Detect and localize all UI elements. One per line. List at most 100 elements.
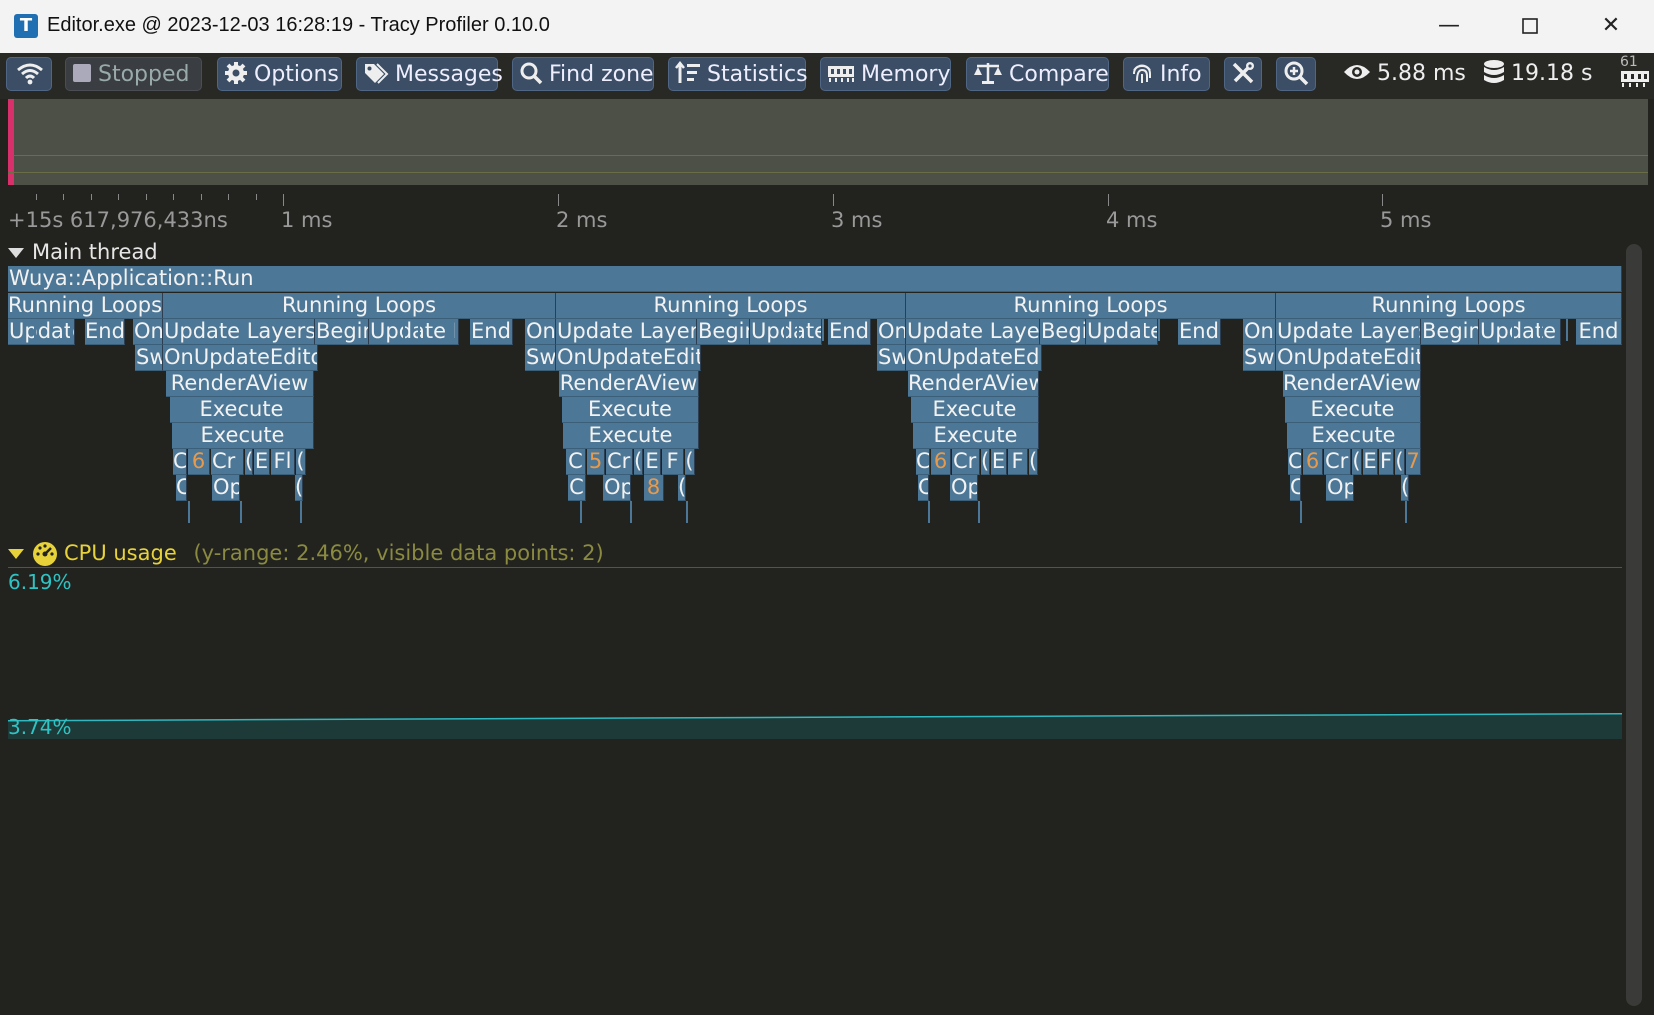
zone-update[interactable]: Update (1086, 319, 1158, 345)
zone-small[interactable]: ( (296, 449, 306, 475)
zone-small[interactable]: ( (634, 449, 643, 475)
zone-small[interactable]: F (1008, 449, 1028, 475)
zone-small[interactable]: Op (1326, 475, 1354, 501)
zone-small[interactable]: ( (1029, 449, 1038, 475)
zone-render-view[interactable]: RenderAView (1283, 371, 1421, 397)
zone-small[interactable]: Cr (952, 449, 980, 475)
zone-sliver[interactable] (1300, 501, 1302, 523)
zone-on-update-editor[interactable]: OnUpdateEditor (163, 345, 318, 371)
info-button[interactable]: Info (1123, 57, 1210, 91)
zone-update[interactable]: Update (750, 319, 822, 345)
zone-small[interactable]: Cr (606, 449, 633, 475)
zone-small[interactable]: ( (678, 475, 686, 501)
zone-small[interactable]: C (566, 449, 586, 475)
zone-sliver[interactable] (928, 501, 930, 523)
zone-swap[interactable]: Sw (877, 345, 906, 371)
zone-small[interactable]: ( (245, 449, 253, 475)
zone-update[interactable]: Update I (369, 319, 459, 345)
zone-sliver[interactable] (630, 501, 632, 523)
zone-sliver[interactable] (686, 501, 688, 523)
zone-execute[interactable]: Execute (1287, 423, 1421, 449)
zone-execute[interactable]: Execute (1285, 397, 1421, 423)
zone-small[interactable]: ( (1352, 449, 1362, 475)
zone-update-layers[interactable]: Update Layers (906, 319, 1040, 345)
vertical-scrollbar[interactable] (1626, 244, 1642, 1006)
zone-small[interactable]: ( (1401, 475, 1409, 501)
zone-small[interactable]: C (916, 449, 930, 475)
zone-sliver[interactable] (1158, 319, 1160, 341)
zone-root[interactable]: Wuya::Application::Run (8, 266, 1622, 292)
zone-render-view[interactable]: RenderAView (559, 371, 699, 397)
zone-small[interactable]: Op (603, 475, 631, 501)
zone-end[interactable]: End (1576, 319, 1622, 345)
cpu-usage-plot[interactable]: 6.19% 3.74% (8, 567, 1622, 739)
close-icon[interactable]: ✕ (1588, 8, 1634, 44)
zone-timeline[interactable]: Wuya::Application::Run Running Loops Run… (0, 266, 1654, 536)
maximize-icon[interactable] (1507, 8, 1553, 44)
zone-sliver[interactable] (188, 501, 190, 523)
zone-on-update-editor[interactable]: OnUpdateEditor (1276, 345, 1421, 371)
zone-execute[interactable]: Execute (911, 397, 1039, 423)
zone-sliver[interactable] (418, 319, 420, 341)
zone-sliver[interactable] (403, 319, 405, 341)
zone-execute[interactable]: Execute (913, 423, 1039, 449)
zone-small[interactable]: E (1363, 449, 1378, 475)
zone-begin[interactable]: Begin (315, 319, 369, 345)
zoom-button[interactable] (1276, 57, 1316, 91)
zone-sliver[interactable] (300, 501, 302, 523)
zone-small[interactable]: E (991, 449, 1007, 475)
zone-small[interactable]: C (173, 449, 187, 475)
zone-update[interactable]: Update I (1479, 319, 1561, 345)
zone-begin[interactable]: Begin (697, 319, 750, 345)
zone-sliver[interactable] (1114, 319, 1116, 341)
zone-small[interactable]: C (568, 475, 586, 501)
zone-swap[interactable]: Sw (1243, 345, 1276, 371)
zone-small[interactable]: Op (950, 475, 978, 501)
zone-small[interactable]: E (644, 449, 661, 475)
zone-end[interactable]: End (828, 319, 871, 345)
zone-update-layers[interactable]: Update Layers (1276, 319, 1421, 345)
zone-sliver[interactable] (1566, 319, 1568, 341)
zone-small[interactable]: E (254, 449, 270, 475)
zone-small[interactable]: Cr (1324, 449, 1351, 475)
messages-button[interactable]: Messages (356, 57, 503, 91)
zone-end[interactable]: End (85, 319, 125, 345)
zone-render-view[interactable]: RenderAView (908, 371, 1039, 397)
zone-sliver[interactable] (1512, 319, 1514, 341)
memory-button[interactable]: Memory (820, 57, 951, 91)
zone-sliver[interactable] (1405, 501, 1407, 523)
connection-button[interactable] (6, 57, 52, 91)
compare-button[interactable]: Compare (966, 57, 1109, 91)
zone-running-loops[interactable]: Running Loops (906, 293, 1276, 319)
zone-swap[interactable]: Sw (525, 345, 556, 371)
zone-execute[interactable]: Execute (563, 423, 699, 449)
main-thread-header[interactable]: Main thread (8, 240, 158, 264)
zone-small[interactable]: ( (1395, 449, 1405, 475)
zone-on[interactable]: On (1243, 319, 1276, 345)
zone-group-count[interactable]: 6 (1303, 449, 1323, 475)
memory-corner-icon[interactable] (1620, 63, 1654, 97)
zone-group-count[interactable]: 8 (644, 475, 664, 501)
zone-on[interactable]: On (877, 319, 906, 345)
tools-button[interactable] (1224, 57, 1262, 91)
collapse-triangle-icon[interactable] (8, 549, 24, 559)
zone-execute[interactable]: Execute (172, 423, 314, 449)
zone-sliver[interactable] (978, 501, 980, 523)
zone-begin[interactable]: Begin (1421, 319, 1479, 345)
zone-running-loops[interactable]: Running Loops (8, 293, 163, 319)
zone-sliver[interactable] (580, 501, 582, 523)
zone-running-loops[interactable]: Running Loops (1276, 293, 1622, 319)
zone-swap[interactable]: Sw (135, 345, 163, 371)
zone-update-layers[interactable]: Update Layers (556, 319, 697, 345)
zone-sliver[interactable] (240, 501, 242, 523)
frame-overview[interactable] (8, 99, 1648, 185)
zone-execute[interactable]: Execute (562, 397, 699, 423)
zone-update-layers[interactable]: Update Layers (163, 319, 315, 345)
zone-small[interactable]: ( (295, 475, 303, 501)
zone-sliver[interactable] (784, 319, 786, 341)
zone-update[interactable]: Update (8, 319, 75, 345)
zone-small[interactable]: ( (685, 449, 695, 475)
stopped-button[interactable]: Stopped (65, 57, 202, 91)
zone-small[interactable]: C (918, 475, 929, 501)
collapse-triangle-icon[interactable] (8, 248, 24, 258)
